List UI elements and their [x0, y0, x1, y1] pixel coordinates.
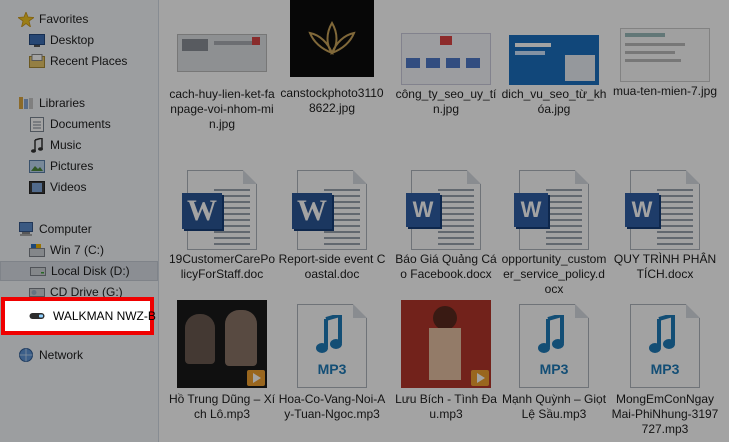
nav-network-label: Network	[39, 348, 84, 362]
nav-computer-label: Computer	[39, 222, 92, 236]
nav-recent-places[interactable]: Recent Places	[0, 51, 156, 71]
mp3-icon: MP3	[287, 300, 377, 388]
file-tile[interactable]: dich_vu_seo_từ_khóa.jpg	[500, 0, 608, 117]
docx-icon: W	[401, 170, 491, 250]
file-tile[interactable]: MP3 Mạnh Quỳnh – Giọt Lệ Sầu.mp3	[500, 300, 608, 422]
file-tile[interactable]: công_ty_seo_uy_tín.jpg	[392, 0, 500, 117]
computer-icon	[18, 222, 34, 236]
nav-libraries[interactable]: Libraries	[0, 93, 156, 113]
nav-local-disk-label: Local Disk (D:)	[51, 264, 130, 278]
nav-pictures-label: Pictures	[50, 159, 94, 173]
nav-recent-places-label: Recent Places	[50, 54, 128, 68]
file-tile[interactable]: canstockphoto31108622.jpg	[278, 0, 386, 116]
image-thumbnail	[177, 0, 267, 85]
file-name: QUY TRÌNH PHÂN TÍCH.docx	[613, 252, 717, 281]
file-list: cach-huy-lien-ket-fanpage-voi-nhom-min.j…	[159, 0, 729, 442]
nav-documents[interactable]: Documents	[0, 114, 156, 134]
nav-pictures[interactable]: Pictures	[0, 156, 156, 176]
file-name: Báo Giá Quảng Cáo Facebook.docx	[395, 252, 497, 281]
album-art-thumbnail	[401, 300, 491, 388]
nav-favorites[interactable]: Favorites	[0, 9, 156, 29]
music-icon	[29, 137, 45, 153]
file-name: Report-side event Coastal.doc	[278, 252, 386, 281]
file-tile[interactable]: W 19CustomerCarePolicyForStaff.doc	[168, 170, 276, 282]
file-tile[interactable]: Lưu Bích - Tình Đau.mp3	[392, 300, 500, 422]
file-tile[interactable]: mua-ten-mien-7.jpg	[611, 0, 719, 99]
nav-computer[interactable]: Computer	[0, 219, 156, 239]
file-name: opportunity_customer_service_policy.docx	[501, 252, 607, 296]
recent-places-icon	[29, 54, 45, 68]
nav-walkman-device[interactable]: WALKMAN NWZ-B	[1, 297, 156, 335]
doc-icon: W	[287, 170, 377, 250]
mp3-icon: MP3	[620, 300, 710, 388]
nav-libraries-label: Libraries	[39, 96, 86, 110]
nav-network[interactable]: Network	[0, 345, 156, 365]
file-name: Lưu Bích - Tình Đau.mp3	[395, 392, 497, 421]
nav-music-label: Music	[50, 138, 82, 152]
nav-videos[interactable]: Videos	[0, 177, 156, 197]
file-name: canstockphoto31108622.jpg	[280, 86, 384, 115]
nav-local-disk[interactable]: Local Disk (D:)	[0, 261, 158, 281]
image-thumbnail	[509, 0, 599, 85]
doc-icon: W	[177, 170, 267, 250]
file-tile[interactable]: W Report-side event Coastal.doc	[278, 170, 386, 282]
nav-music[interactable]: Music	[0, 135, 156, 155]
file-name: cach-huy-lien-ket-fanpage-voi-nhom-min.j…	[169, 87, 275, 131]
libraries-icon	[18, 96, 34, 110]
nav-favorites-label: Favorites	[39, 12, 89, 26]
file-tile[interactable]: W QUY TRÌNH PHÂN TÍCH.docx	[611, 170, 719, 282]
walkman-device-icon	[29, 312, 45, 320]
drive-icon	[29, 243, 45, 257]
documents-icon	[29, 116, 45, 132]
mp3-icon: MP3	[509, 300, 599, 388]
drive-icon	[30, 264, 46, 278]
navigation-pane: Favorites Desktop Recent Places Librarie…	[0, 0, 159, 442]
image-thumbnail	[401, 0, 491, 85]
album-art-thumbnail	[177, 300, 267, 388]
file-name: dich_vu_seo_từ_khóa.jpg	[501, 87, 607, 116]
file-tile[interactable]: cach-huy-lien-ket-fanpage-voi-nhom-min.j…	[168, 0, 276, 132]
image-thumbnail	[287, 0, 377, 77]
nav-walkman-label: WALKMAN NWZ-B	[53, 309, 156, 323]
nav-desktop-label: Desktop	[50, 33, 95, 47]
file-name: 19CustomerCarePolicyForStaff.doc	[168, 252, 276, 281]
nav-win7-label: Win 7 (C:)	[50, 243, 104, 257]
nav-videos-label: Videos	[50, 180, 87, 194]
image-thumbnail	[620, 0, 710, 82]
pictures-icon	[29, 159, 45, 173]
network-icon	[18, 348, 34, 362]
docx-icon: W	[620, 170, 710, 250]
file-name: Hồ Trung Dũng – Xích Lô.mp3	[168, 392, 276, 421]
videos-icon	[29, 180, 45, 194]
file-tile[interactable]: W Báo Giá Quảng Cáo Facebook.docx	[392, 170, 500, 282]
file-tile[interactable]: W opportunity_customer_service_policy.do…	[500, 170, 608, 297]
desktop-icon	[29, 33, 45, 47]
file-name: mua-ten-mien-7.jpg	[612, 84, 718, 98]
nav-desktop[interactable]: Desktop	[0, 30, 156, 50]
file-tile[interactable]: MP3 MongEmConNgayMai-PhiNhung-3197727.mp…	[611, 300, 719, 437]
file-name: Hoa-Co-Vang-Noi-Ay-Tuan-Ngoc.mp3	[278, 392, 386, 421]
file-name: công_ty_seo_uy_tín.jpg	[395, 87, 497, 116]
nav-documents-label: Documents	[50, 117, 111, 131]
docx-icon: W	[509, 170, 599, 250]
nav-win7-drive[interactable]: Win 7 (C:)	[0, 240, 156, 260]
file-name: Mạnh Quỳnh – Giọt Lệ Sầu.mp3	[501, 392, 607, 421]
star-icon	[18, 11, 34, 27]
file-tile[interactable]: Hồ Trung Dũng – Xích Lô.mp3	[168, 300, 276, 422]
file-tile[interactable]: MP3 Hoa-Co-Vang-Noi-Ay-Tuan-Ngoc.mp3	[278, 300, 386, 422]
file-name: MongEmConNgayMai-PhiNhung-3197727.mp3	[611, 392, 719, 436]
